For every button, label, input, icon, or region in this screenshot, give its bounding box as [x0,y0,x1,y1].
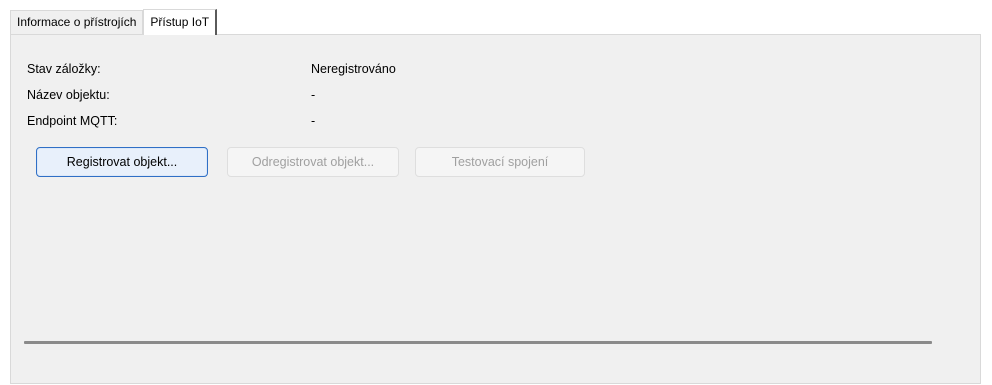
unregister-object-button[interactable]: Odregistrovat objekt... [227,147,399,177]
object-name-value: - [311,88,316,102]
horizontal-scrollbar[interactable] [24,341,932,344]
iot-access-panel: Stav záložky: Neregistrováno Název objek… [10,34,981,384]
mqtt-endpoint-label: Endpoint MQTT: [27,114,118,128]
tab-strip: Informace o přístrojích Přístup IoT [10,8,218,35]
tab-status-value: Neregistrováno [311,62,396,76]
register-object-button[interactable]: Registrovat objekt... [36,147,208,177]
test-connection-button[interactable]: Testovací spojení [415,147,585,177]
tab-status-label: Stav záložky: [27,62,101,76]
tab-iot-access[interactable]: Přístup IoT [143,9,218,35]
mqtt-endpoint-value: - [311,114,316,128]
tab-device-info[interactable]: Informace o přístrojích [10,10,144,35]
object-name-label: Název objektu: [27,88,110,102]
iot-access-window: Informace o přístrojích Přístup IoT Stav… [0,0,992,385]
